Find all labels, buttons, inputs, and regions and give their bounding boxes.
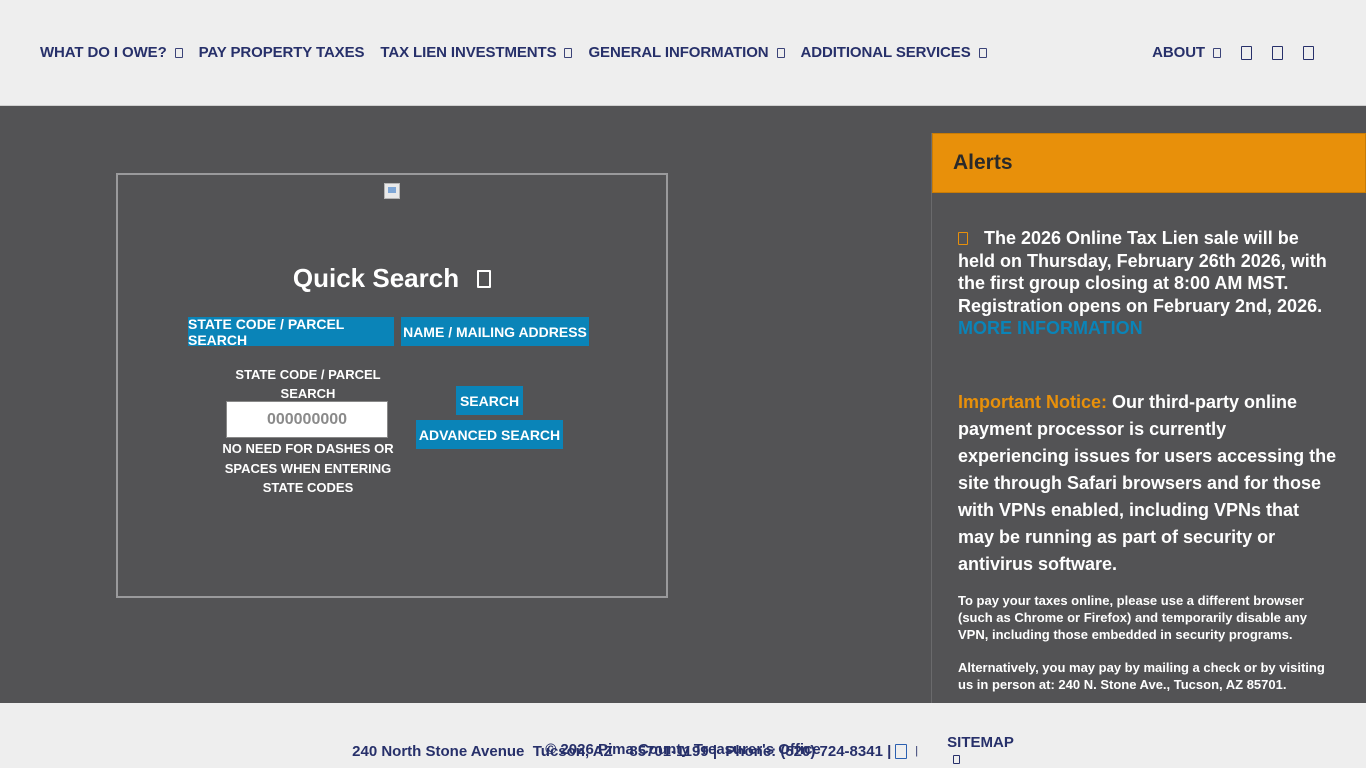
notice-paragraph: To pay your taxes online, please use a d… xyxy=(958,592,1307,642)
broken-image-icon xyxy=(384,183,400,199)
parcel-input-hint: NO NEED FOR DASHES OR SPACES WHEN ENTERI… xyxy=(222,441,394,495)
nav-about[interactable]: ABOUT xyxy=(1152,44,1221,61)
alerts-body: The 2026 Online Tax Lien sale will be he… xyxy=(932,193,1366,693)
square-glyph-icon[interactable] xyxy=(1241,45,1252,60)
chevron-down-icon xyxy=(1213,47,1221,58)
nav-general-information[interactable]: GENERAL INFORMATION xyxy=(588,44,785,61)
secondary-menu: ABOUT xyxy=(1152,44,1314,61)
important-notice: Important Notice: Our third-party online… xyxy=(958,389,1340,578)
nav-label: PAY PROPERTY TAXES xyxy=(198,44,365,61)
nav-label: WHAT DO I OWE? xyxy=(40,44,167,61)
nav-additional-services[interactable]: ADDITIONAL SERVICES xyxy=(801,44,987,61)
chevron-down-icon xyxy=(776,47,785,58)
nav-what-do-i-owe[interactable]: WHAT DO I OWE? xyxy=(40,44,183,61)
square-glyph-icon[interactable] xyxy=(1303,45,1314,60)
parcel-search-input[interactable] xyxy=(226,401,388,438)
parcel-field-label: STATE CODE / PARCEL SEARCH xyxy=(235,367,381,401)
quick-search-panel: Quick Search STATE CODE / PARCEL SEARCH … xyxy=(116,173,668,598)
nav-label: ABOUT xyxy=(1152,44,1205,61)
alerts-panel: Alerts The 2026 Online Tax Lien sale wil… xyxy=(931,133,1366,703)
nav-label: ADDITIONAL SERVICES xyxy=(800,44,971,61)
nav-pay-property-taxes[interactable]: PAY PROPERTY TAXES xyxy=(199,44,365,61)
advanced-search-button[interactable]: ADVANCED SEARCH xyxy=(416,420,563,449)
footer-copyright: © 2026 Pima County Treasurer's Office xyxy=(545,741,821,758)
quick-search-title: Quick Search xyxy=(118,263,666,294)
tab-name-mailing-address[interactable]: NAME / MAILING ADDRESS xyxy=(401,317,589,346)
nav-label: TAX LIEN INVESTMENTS xyxy=(380,44,557,61)
chevron-down-icon xyxy=(174,47,183,58)
footer: 240 North Stone Avenue Tucson, AZ 85701-… xyxy=(0,703,1366,768)
alerts-heading: Alerts xyxy=(932,133,1366,193)
chevron-down-icon xyxy=(978,47,987,58)
alert-text: The 2026 Online Tax Lien sale will be he… xyxy=(958,228,1327,316)
alert-tax-lien-sale: The 2026 Online Tax Lien sale will be he… xyxy=(958,227,1340,340)
square-glyph-icon xyxy=(477,269,492,288)
search-button[interactable]: SEARCH xyxy=(456,386,523,415)
main-menu: WHAT DO I OWE? PAY PROPERTY TAXES TAX LI… xyxy=(40,44,987,61)
top-navigation: WHAT DO I OWE? PAY PROPERTY TAXES TAX LI… xyxy=(0,0,1366,106)
chevron-down-icon xyxy=(564,47,573,58)
notice-text: Our third-party online payment processor… xyxy=(958,391,1337,574)
alert-icon xyxy=(958,232,968,245)
square-glyph-icon[interactable] xyxy=(1272,45,1283,60)
tab-state-code-parcel-search[interactable]: STATE CODE / PARCEL SEARCH xyxy=(188,316,394,348)
notice-paragraph: Alternatively, you may pay by mailing a … xyxy=(958,659,1325,692)
quick-search-heading: Quick Search xyxy=(292,263,460,293)
more-information-link[interactable]: MORE INFORMATION xyxy=(958,318,1143,338)
nav-label: GENERAL INFORMATION xyxy=(588,44,769,61)
nav-tax-lien-investments[interactable]: TAX LIEN INVESTMENTS xyxy=(380,44,573,61)
notice-label: Important Notice: xyxy=(958,391,1108,412)
